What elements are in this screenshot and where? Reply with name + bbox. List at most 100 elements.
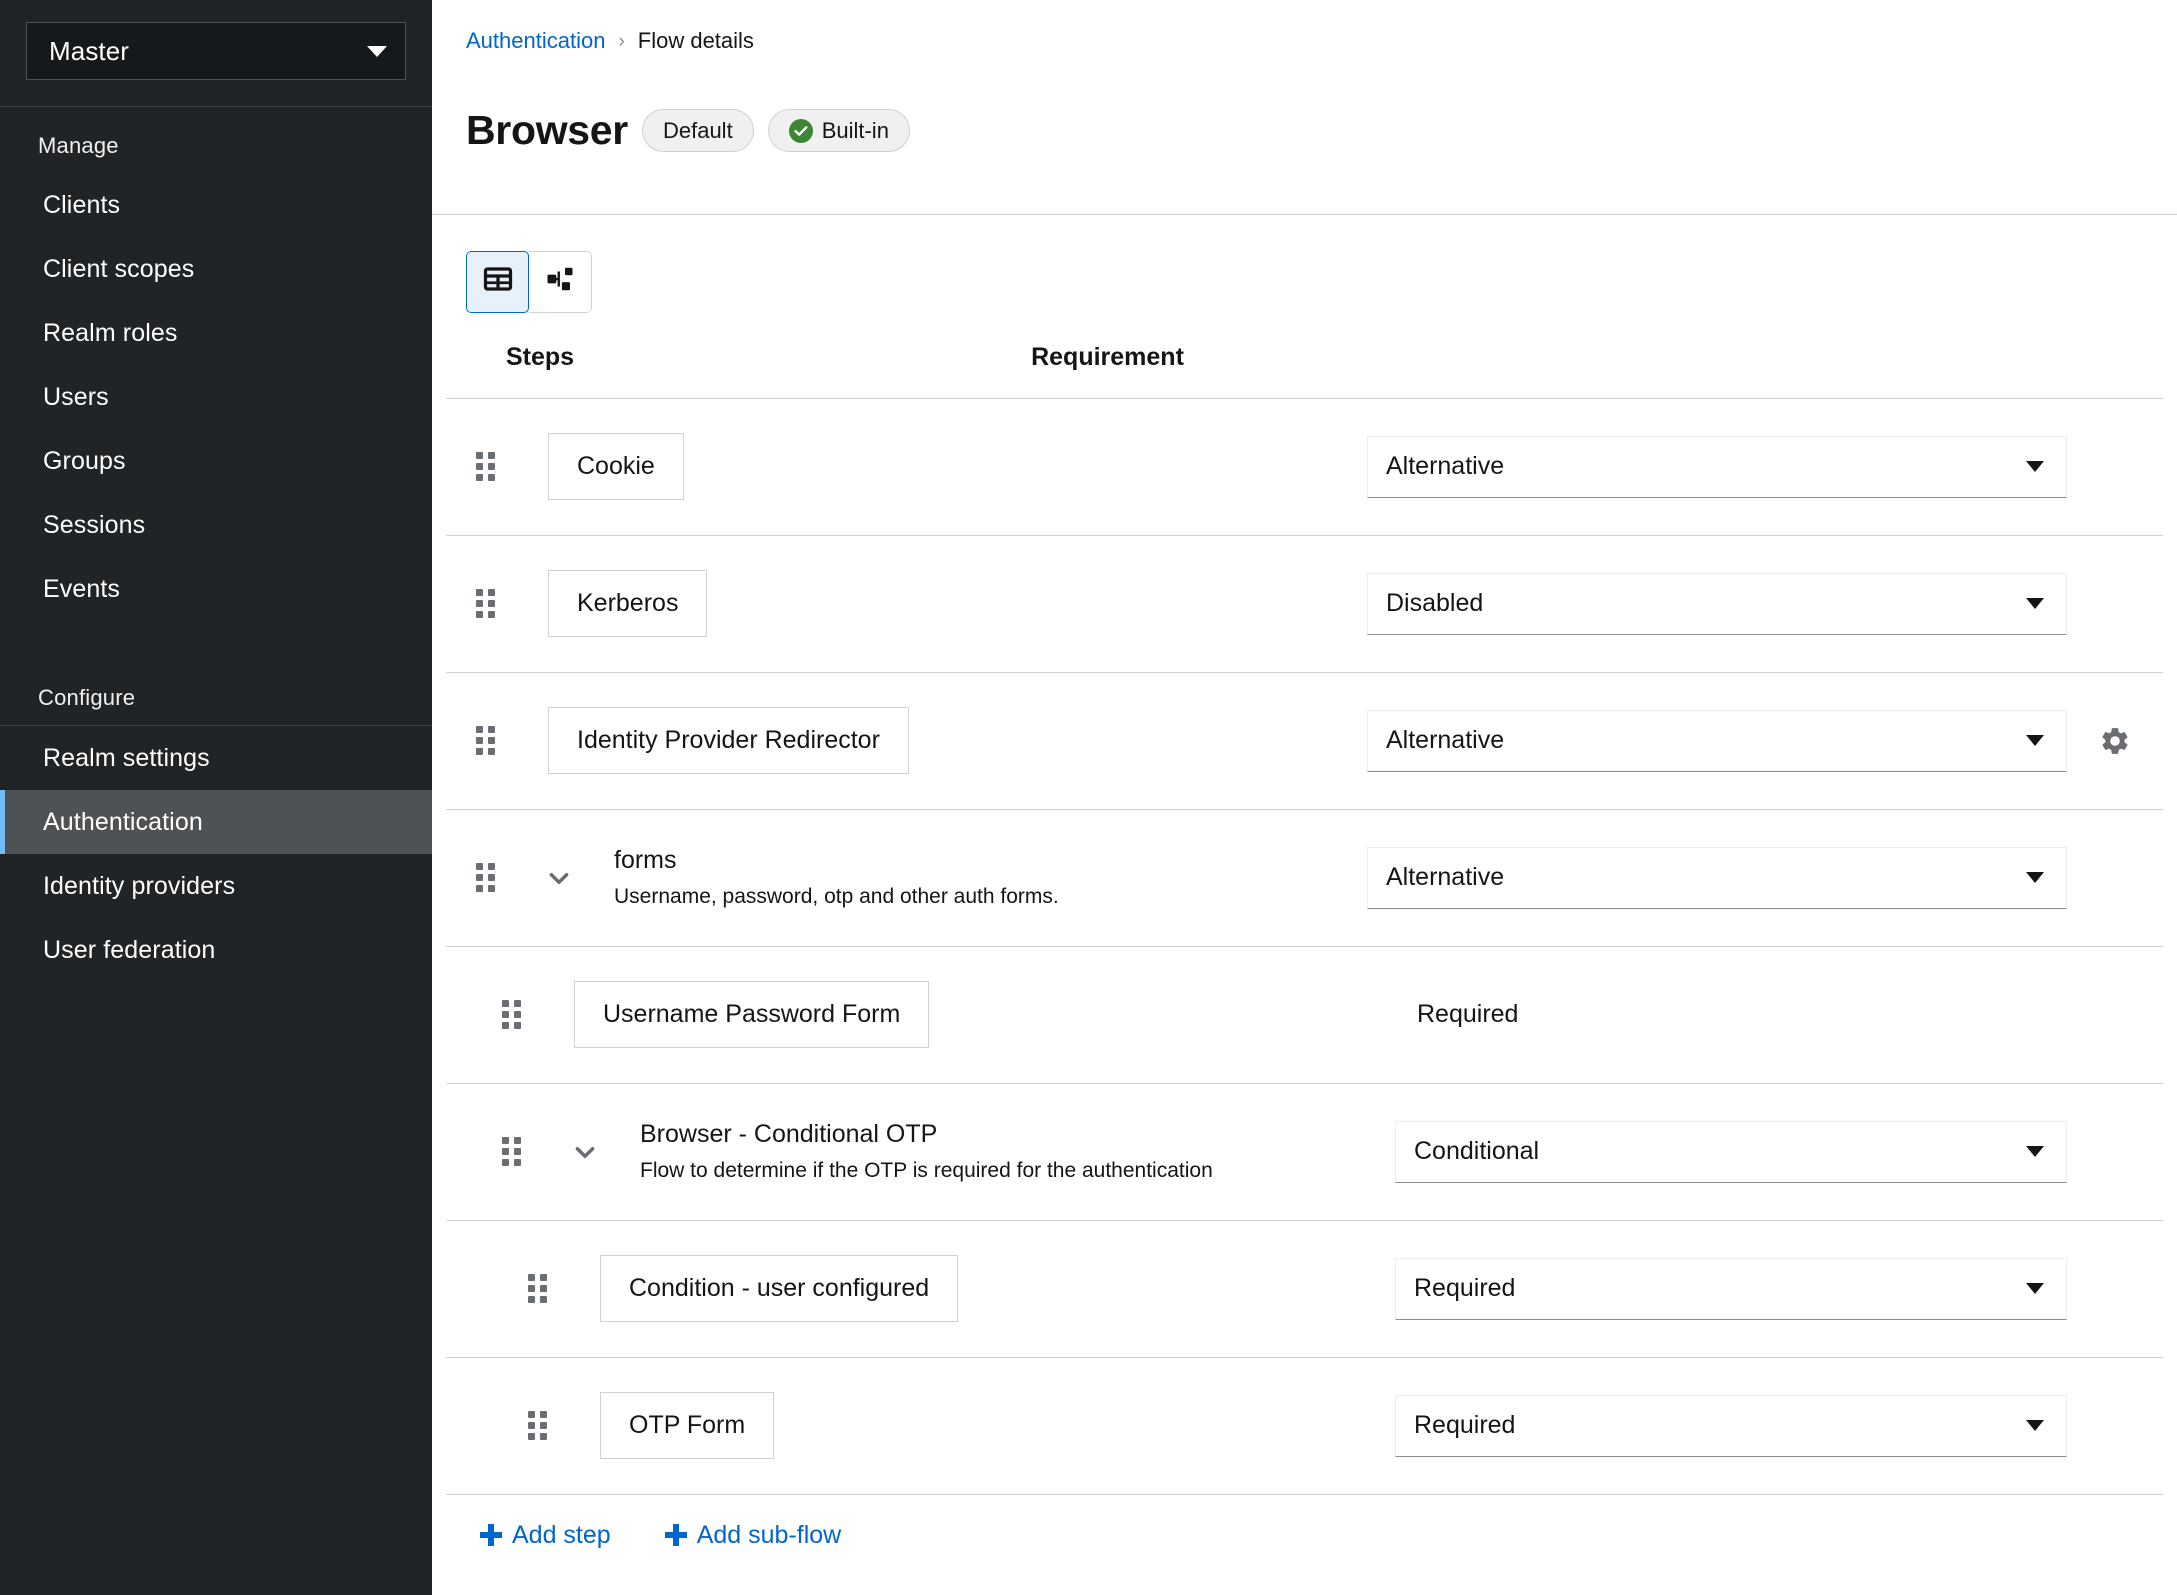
table-row-content: Cookie Alternative bbox=[446, 399, 2163, 535]
chevron-down-icon bbox=[2026, 872, 2044, 883]
chevron-down-icon bbox=[2026, 1146, 2044, 1157]
step-cell: Cookie bbox=[502, 433, 684, 500]
sidebar-item-users[interactable]: Users bbox=[0, 365, 432, 429]
chevron-down-icon bbox=[2026, 1420, 2044, 1431]
sidebar-group-title: Configure bbox=[0, 659, 432, 725]
step-cell: Kerberos bbox=[502, 570, 707, 637]
step-name-box: Kerberos bbox=[548, 570, 707, 637]
requirement-select[interactable]: Required bbox=[1395, 1395, 2067, 1457]
requirement-select-value: Required bbox=[1414, 1274, 1515, 1303]
requirement-select[interactable]: Alternative bbox=[1367, 847, 2067, 909]
add-subflow-label: Add sub-flow bbox=[697, 1521, 842, 1550]
table-row-content: Identity Provider Redirector Alternative bbox=[446, 673, 2163, 809]
table-body: Cookie Alternative Kerberos Disabled Identit… bbox=[446, 399, 2177, 1495]
table-row: Cookie Alternative bbox=[446, 399, 2163, 536]
table-view-toggle-button[interactable] bbox=[466, 251, 529, 313]
grip-dots bbox=[476, 863, 495, 892]
app-root: Master ManageClientsClient scopesRealm r… bbox=[0, 0, 2177, 1595]
drag-handle-icon[interactable] bbox=[468, 452, 502, 481]
sidebar-item-label: Groups bbox=[43, 447, 126, 475]
drag-handle-icon[interactable] bbox=[520, 1274, 554, 1303]
table-row: Username Password Form Required bbox=[446, 947, 2163, 1084]
sidebar-item-user-federation[interactable]: User federation bbox=[0, 918, 432, 982]
sidebar-item-identity-providers[interactable]: Identity providers bbox=[0, 854, 432, 918]
drag-handle-icon[interactable] bbox=[494, 1000, 528, 1029]
step-name-label: Username Password Form bbox=[603, 1000, 900, 1029]
table-row-content: formsUsername, password, otp and other a… bbox=[446, 810, 2163, 946]
step-name-box: Identity Provider Redirector bbox=[548, 707, 909, 774]
requirement-cell: Required bbox=[1395, 1258, 2067, 1320]
subflow-name: Browser - Conditional OTP bbox=[640, 1120, 1213, 1149]
add-step-label: Add step bbox=[512, 1521, 611, 1550]
table-row-content: OTP Form Required bbox=[446, 1358, 2163, 1494]
step-name-box: OTP Form bbox=[600, 1392, 774, 1459]
drag-handle-icon[interactable] bbox=[520, 1411, 554, 1440]
grip-dots bbox=[476, 589, 495, 618]
sidebar-item-realm-settings[interactable]: Realm settings bbox=[0, 726, 432, 790]
sidebar-item-label: Realm settings bbox=[43, 744, 210, 772]
sidebar-item-realm-roles[interactable]: Realm roles bbox=[0, 301, 432, 365]
table-row-content: Kerberos Disabled bbox=[446, 536, 2163, 672]
step-cell: Username Password Form bbox=[528, 981, 929, 1048]
sidebar-item-clients[interactable]: Clients bbox=[0, 173, 432, 237]
chevron-down-icon bbox=[2026, 598, 2044, 609]
requirement-select-value: Alternative bbox=[1386, 863, 1504, 892]
subflow-description: Flow to determine if the OTP is required… bbox=[640, 1159, 1213, 1183]
subflow-text: Browser - Conditional OTP Flow to determi… bbox=[640, 1120, 1213, 1183]
sidebar-group-spacer bbox=[0, 621, 432, 659]
chevron-down-icon bbox=[2026, 461, 2044, 472]
breadcrumb-link-authentication[interactable]: Authentication bbox=[466, 28, 605, 54]
drag-handle-icon[interactable] bbox=[468, 726, 502, 755]
plus-icon bbox=[480, 1524, 502, 1546]
requirement-cell: Alternative bbox=[1367, 847, 2067, 909]
table-row: Browser - Conditional OTP Flow to determi… bbox=[446, 1084, 2163, 1221]
table-row: Identity Provider Redirector Alternative bbox=[446, 673, 2163, 810]
sidebar-item-label: Users bbox=[43, 383, 109, 411]
requirement-select[interactable]: Conditional bbox=[1395, 1121, 2067, 1183]
sidebar-item-label: Realm roles bbox=[43, 319, 177, 347]
requirement-select[interactable]: Alternative bbox=[1367, 710, 2067, 772]
breadcrumb-current: Flow details bbox=[638, 28, 754, 54]
sidebar-item-groups[interactable]: Groups bbox=[0, 429, 432, 493]
requirement-select[interactable]: Disabled bbox=[1367, 573, 2067, 635]
drag-handle-icon[interactable] bbox=[494, 1137, 528, 1166]
add-subflow-button[interactable]: Add sub-flow bbox=[665, 1521, 842, 1550]
chevron-down-icon[interactable] bbox=[536, 865, 582, 891]
step-name-label: Condition - user configured bbox=[629, 1274, 929, 1303]
check-circle-icon bbox=[789, 119, 813, 143]
requirement-select[interactable]: Required bbox=[1395, 1258, 2067, 1320]
badge-label-builtin: Built-in bbox=[822, 118, 889, 144]
sidebar-item-events[interactable]: Events bbox=[0, 557, 432, 621]
sidebar-item-sessions[interactable]: Sessions bbox=[0, 493, 432, 557]
step-cell: Condition - user configured bbox=[554, 1255, 958, 1322]
realm-selector[interactable]: Master bbox=[26, 22, 406, 80]
requirement-select[interactable]: Alternative bbox=[1367, 436, 2067, 498]
grip-dots bbox=[502, 1137, 521, 1166]
table-row-content: Browser - Conditional OTP Flow to determi… bbox=[446, 1084, 2163, 1220]
title-row: Browser Default Built-in bbox=[466, 80, 2177, 182]
chevron-down-icon bbox=[2026, 1283, 2044, 1294]
table-header-row: Steps Requirement bbox=[446, 343, 2163, 399]
gear-icon[interactable] bbox=[2067, 725, 2163, 757]
sidebar-item-client-scopes[interactable]: Client scopes bbox=[0, 237, 432, 301]
column-header-requirement: Requirement bbox=[1031, 343, 1184, 372]
diagram-view-toggle-button[interactable] bbox=[529, 251, 592, 313]
sidebar-item-label: Clients bbox=[43, 191, 120, 219]
requirement-select-value: Conditional bbox=[1414, 1137, 1539, 1166]
table-row-content: Username Password Form Required bbox=[446, 947, 2163, 1083]
sidebar-item-authentication[interactable]: Authentication bbox=[0, 790, 432, 854]
grip-dots bbox=[502, 1000, 521, 1029]
grip-dots bbox=[476, 726, 495, 755]
table-footer: Add step Add sub-flow bbox=[446, 1495, 2177, 1550]
step-name-box: Cookie bbox=[548, 433, 684, 500]
drag-handle-icon[interactable] bbox=[468, 863, 502, 892]
view-toggle-group bbox=[466, 251, 592, 313]
table-row: Condition - user configured Required bbox=[446, 1221, 2163, 1358]
requirement-static-value: Required bbox=[1395, 1000, 2067, 1029]
sidebar-item-label: Identity providers bbox=[43, 872, 235, 900]
requirement-cell: Required bbox=[1395, 1395, 2067, 1457]
requirement-cell: Alternative bbox=[1367, 436, 2067, 498]
chevron-down-icon[interactable] bbox=[562, 1139, 608, 1165]
add-step-button[interactable]: Add step bbox=[480, 1521, 611, 1550]
drag-handle-icon[interactable] bbox=[468, 589, 502, 618]
